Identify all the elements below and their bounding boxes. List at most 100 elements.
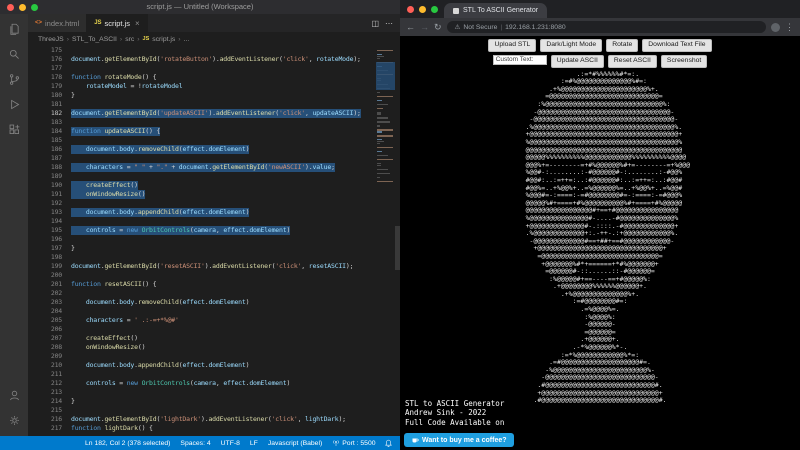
code-line[interactable]: 209 [28, 352, 400, 361]
run-debug-icon[interactable] [0, 92, 28, 117]
more-actions-icon[interactable]: ⋯ [385, 19, 393, 28]
code-line[interactable]: 185 [28, 136, 400, 145]
code-line[interactable]: 215 [28, 406, 400, 415]
code-line[interactable]: 199document.getElementById('resetASCII')… [28, 262, 400, 271]
screenshot-button[interactable]: Screenshot [661, 55, 707, 68]
code-text: rotateModel = !rotateModel [71, 82, 182, 91]
vscode-titlebar[interactable]: script.js — Untitled (Workspace) [0, 0, 400, 14]
code-line[interactable]: 182document.getElementById('updateASCII'… [28, 109, 400, 118]
zoom-window-button[interactable] [31, 4, 38, 11]
ascii-render-area[interactable]: .:=*#%%%%%%#*=:. :=#%@@@@@@@@@@@@@@%#=: … [400, 71, 800, 408]
favicon [453, 8, 459, 14]
code-line[interactable]: 198 [28, 253, 400, 262]
minimap[interactable] [377, 48, 394, 183]
eol-status[interactable]: LF [250, 440, 258, 447]
code-line[interactable]: 176document.getElementById('rotateButton… [28, 55, 400, 64]
source-control-icon[interactable] [0, 67, 28, 92]
code-line[interactable]: 210 document.body.appendChild(effect.dom… [28, 361, 400, 370]
code-line[interactable]: 201function resetASCII() { [28, 280, 400, 289]
code-editor[interactable]: 175176document.getElementById('rotateBut… [28, 46, 400, 436]
rotate-button[interactable]: Rotate [606, 39, 638, 52]
code-line[interactable]: 197} [28, 244, 400, 253]
code-line[interactable]: 194 [28, 217, 400, 226]
browser-menu-icon[interactable]: ⋮ [785, 23, 794, 32]
split-editor-icon[interactable]: ◫ [371, 19, 379, 28]
settings-gear-icon[interactable] [0, 408, 28, 433]
address-bar[interactable]: ⚠ Not Secure | 192.168.1.231:8080 [447, 21, 766, 33]
close-window-button[interactable] [407, 6, 414, 13]
extensions-icon[interactable] [0, 117, 28, 142]
code-line[interactable]: 216document.getElementById('lightDark').… [28, 415, 400, 424]
profile-avatar[interactable] [771, 23, 780, 32]
breadcrumb-item[interactable]: ... [184, 36, 190, 43]
line-number: 209 [28, 352, 71, 361]
code-line[interactable]: 192 [28, 199, 400, 208]
buy-coffee-button[interactable]: Want to buy me a coffee? [404, 433, 514, 447]
code-line[interactable]: 205 characters = ' .:-=+*%@#' [28, 316, 400, 325]
custom-text-input[interactable] [493, 55, 547, 65]
code-line[interactable]: 203 document.body.removeChild(effect.dom… [28, 298, 400, 307]
code-line[interactable]: 214} [28, 397, 400, 406]
code-line[interactable]: 175 [28, 46, 400, 55]
editor-tab-index-html[interactable]: <>index.html [28, 14, 87, 32]
minimize-window-button[interactable] [419, 6, 426, 13]
code-line[interactable]: 177 [28, 64, 400, 73]
language-mode[interactable]: Javascript (Babel) [268, 440, 322, 447]
line-number: 212 [28, 379, 71, 388]
code-line[interactable]: 207 createEffect() [28, 334, 400, 343]
cursor-position[interactable]: Ln 182, Col 2 (378 selected) [85, 440, 170, 447]
back-icon[interactable]: ← [406, 23, 415, 32]
code-line[interactable]: 181 [28, 100, 400, 109]
explorer-icon[interactable] [0, 17, 28, 42]
zoom-window-button[interactable] [431, 6, 438, 13]
browser-tab[interactable]: STL To ASCII Generator [444, 3, 547, 18]
forward-icon[interactable]: → [420, 23, 429, 32]
code-line[interactable]: 183 [28, 118, 400, 127]
breadcrumb-item[interactable]: src [125, 36, 134, 43]
upload-stl-button[interactable]: Upload STL [488, 39, 536, 52]
editor-tab-script-js[interactable]: JSscript.js× [87, 14, 147, 32]
code-line[interactable]: 211 [28, 370, 400, 379]
close-window-button[interactable] [7, 4, 14, 11]
minimap-line [377, 131, 382, 132]
code-line[interactable]: 217function lightDark() { [28, 424, 400, 433]
reset-ascii-button[interactable]: Reset ASCII [608, 55, 657, 68]
dark-light-mode-button[interactable]: Dark/Light Mode [540, 39, 602, 52]
code-line[interactable]: 200 [28, 271, 400, 280]
code-line[interactable]: 196 [28, 235, 400, 244]
code-line[interactable]: 184function updateASCII() { [28, 127, 400, 136]
code-line[interactable]: 191 onWindowResize() [28, 190, 400, 199]
update-ascii-button[interactable]: Update ASCII [551, 55, 604, 68]
code-line[interactable]: 179 rotateModel = !rotateModel [28, 82, 400, 91]
code-line[interactable]: 193 document.body.appendChild(effect.dom… [28, 208, 400, 217]
reload-icon[interactable]: ↻ [434, 23, 442, 32]
breadcrumb-item[interactable]: script.js [152, 36, 175, 43]
breadcrumb[interactable]: ThreeJS›STL_To_ASCII›src›JSscript.js›... [28, 32, 400, 46]
search-icon[interactable] [0, 42, 28, 67]
code-line[interactable]: 204 [28, 307, 400, 316]
code-line[interactable]: 206 [28, 325, 400, 334]
code-line[interactable]: 190 createEffect() [28, 181, 400, 190]
indentation-status[interactable]: Spaces: 4 [180, 440, 210, 447]
code-line[interactable]: 188 characters = " " + "." + document.ge… [28, 163, 400, 172]
minimize-window-button[interactable] [19, 4, 26, 11]
breadcrumb-item[interactable]: ThreeJS [38, 36, 64, 43]
code-line[interactable]: 178function rotateMode() { [28, 73, 400, 82]
code-line[interactable]: 202 [28, 289, 400, 298]
account-icon[interactable] [0, 383, 28, 408]
code-line[interactable]: 180} [28, 91, 400, 100]
code-line[interactable]: 195 controls = new OrbitControls(camera,… [28, 226, 400, 235]
close-tab-icon[interactable]: × [135, 19, 140, 28]
notifications-bell-icon[interactable] [384, 439, 393, 448]
code-line[interactable]: 189 [28, 172, 400, 181]
breadcrumb-item[interactable]: STL_To_ASCII [72, 36, 117, 43]
code-line[interactable]: 212 controls = new OrbitControls(camera,… [28, 379, 400, 388]
code-line[interactable]: 213 [28, 388, 400, 397]
code-line[interactable]: 186 document.body.removeChild(effect.dom… [28, 145, 400, 154]
code-line[interactable]: 208 onWindowResize() [28, 343, 400, 352]
live-server-port[interactable]: Port : 5500 [332, 439, 375, 447]
code-line[interactable]: 187 [28, 154, 400, 163]
download-text-file-button[interactable]: Download Text File [642, 39, 711, 52]
line-number: 206 [28, 325, 71, 334]
encoding-status[interactable]: UTF-8 [221, 440, 240, 447]
